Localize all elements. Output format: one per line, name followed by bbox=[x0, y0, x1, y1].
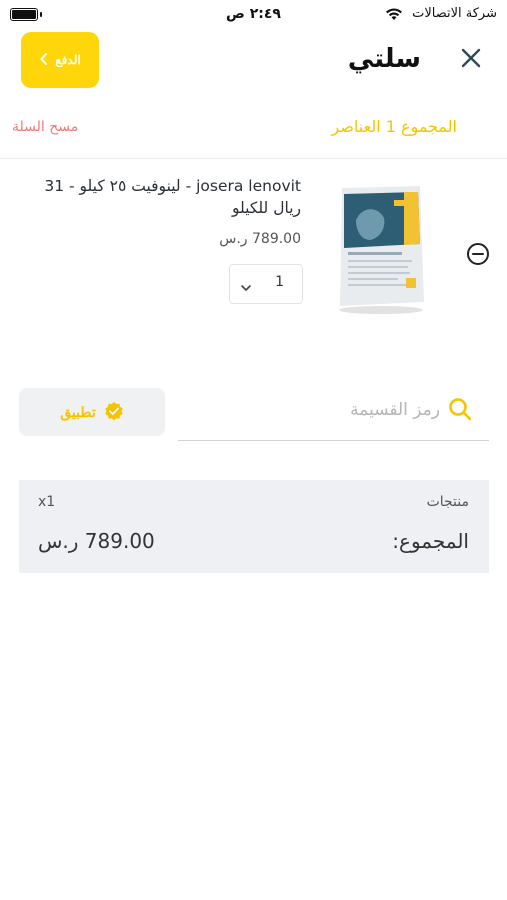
checkout-button[interactable]: الدفع bbox=[21, 32, 99, 88]
checkout-label: الدفع bbox=[55, 53, 81, 67]
order-summary bbox=[19, 480, 489, 573]
battery-icon bbox=[10, 8, 42, 21]
coupon-input[interactable] bbox=[178, 392, 440, 428]
clear-cart-link[interactable]: مسح السلة bbox=[12, 119, 78, 135]
products-count: x1 bbox=[38, 494, 56, 510]
page-title: سلتي bbox=[347, 44, 421, 74]
summary-total-label: المجموع: bbox=[392, 529, 469, 553]
chevron-left-icon bbox=[39, 52, 49, 68]
summary-total-value: 789.00 ر.س bbox=[38, 529, 155, 553]
status-time: ٢:٤٩ ص bbox=[226, 6, 281, 22]
close-icon[interactable] bbox=[459, 46, 483, 70]
coupon-underline bbox=[178, 440, 489, 441]
product-price: 789.00 ر.س bbox=[219, 231, 301, 247]
cart-total-items: المجموع 1 العناصر bbox=[331, 117, 457, 136]
divider bbox=[0, 158, 507, 159]
product-name[interactable]: josera lenovit - لينوفيت ٢٥ كيلو - 31 ري… bbox=[31, 175, 301, 219]
products-label: منتجات bbox=[426, 494, 469, 510]
apply-coupon-button[interactable]: تطبيق bbox=[19, 388, 165, 436]
product-image[interactable] bbox=[334, 182, 428, 314]
chevron-down-icon bbox=[240, 277, 252, 296]
verified-badge-icon bbox=[104, 401, 124, 424]
minus-circle-icon[interactable] bbox=[466, 242, 490, 266]
wifi-icon bbox=[385, 6, 403, 25]
quantity-select[interactable]: 1 bbox=[229, 264, 303, 304]
apply-coupon-label: تطبيق bbox=[60, 403, 96, 420]
quantity-value: 1 bbox=[275, 274, 284, 290]
carrier-name: شركة الاتصالات bbox=[412, 6, 497, 21]
search-icon bbox=[447, 396, 473, 422]
status-bar: شركة الاتصالات ٢:٤٩ ص bbox=[0, 0, 507, 28]
